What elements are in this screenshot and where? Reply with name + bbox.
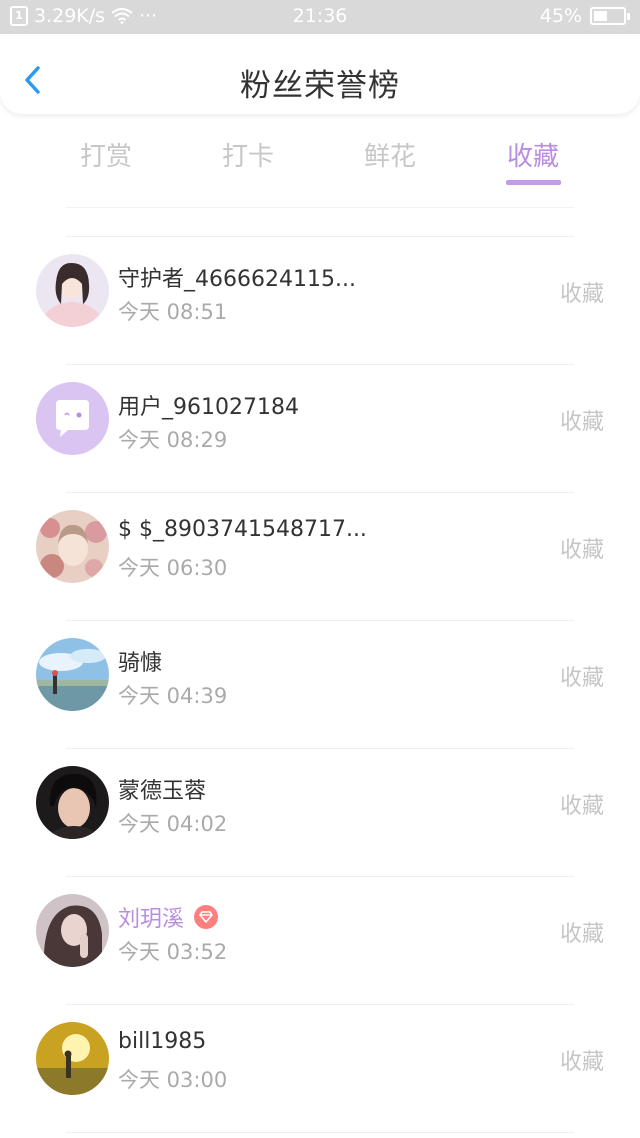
status-right: 45% (539, 5, 630, 27)
favorite-label: 收藏 (559, 922, 604, 947)
divider (66, 364, 574, 365)
fan-time: 今天 04:39 (118, 684, 228, 708)
tab-bar: 打赏 打卡 鲜花 收藏 (0, 130, 640, 190)
fan-time: 今天 03:00 (118, 1068, 228, 1092)
fan-name[interactable]: 守护者_4666624115... (118, 261, 356, 293)
page-title: 粉丝荣誉榜 (240, 68, 400, 104)
active-tab-indicator (506, 180, 561, 185)
fan-name[interactable]: 蒙德玉蓉 (118, 773, 206, 805)
tab-favorites[interactable]: 收藏 (473, 136, 593, 173)
avatar[interactable] (36, 894, 109, 967)
avatar[interactable] (36, 1022, 109, 1095)
vip-badge (194, 905, 219, 929)
name-wrap: 用户_961027184 (118, 389, 299, 421)
name-wrap: 守护者_4666624115... (118, 261, 356, 293)
battery-fill (594, 11, 607, 21)
list-item[interactable]: 刘玥溪 今天 03:52 收藏 (0, 876, 640, 1004)
avatar[interactable] (36, 510, 109, 583)
list-item[interactable]: $ $_8903741548717... 今天 06:30 收藏 (0, 492, 640, 620)
name-wrap: 刘玥溪 (118, 901, 219, 933)
divider (66, 207, 574, 208)
avatar[interactable] (36, 766, 109, 839)
divider (66, 1132, 574, 1133)
fan-time: 今天 06:30 (118, 556, 228, 580)
battery-percent: 45% (539, 5, 582, 27)
divider (66, 492, 574, 493)
favorite-label: 收藏 (559, 538, 604, 563)
divider (66, 620, 574, 621)
nav-header: 粉丝荣誉榜 (0, 34, 640, 114)
fan-name[interactable]: bill1985 (118, 1029, 206, 1054)
battery-icon (590, 7, 630, 25)
fan-time: 今天 08:29 (118, 428, 228, 452)
list-item[interactable]: 蒙德玉蓉 今天 04:02 收藏 (0, 748, 640, 876)
divider (66, 748, 574, 749)
avatar[interactable] (36, 254, 109, 327)
fan-time: 今天 04:02 (118, 812, 228, 836)
fan-name[interactable]: 骑慷 (118, 645, 162, 677)
avatar[interactable] (36, 382, 109, 455)
status-bar: 1 3.29K/s ··· 21:36 45% (0, 0, 640, 34)
name-wrap: 蒙德玉蓉 (118, 773, 206, 805)
favorite-label: 收藏 (559, 794, 604, 819)
name-wrap: $ $_8903741548717... (118, 517, 367, 542)
tab-flowers[interactable]: 鲜花 (330, 136, 450, 173)
fan-name[interactable]: 用户_961027184 (118, 389, 299, 421)
fan-time: 今天 03:52 (118, 940, 228, 964)
tab-reward[interactable]: 打赏 (46, 136, 166, 173)
divider (66, 1004, 574, 1005)
divider (66, 876, 574, 877)
favorite-label: 收藏 (559, 1050, 604, 1075)
favorite-label: 收藏 (559, 410, 604, 435)
name-wrap: bill1985 (118, 1029, 206, 1054)
name-wrap: 骑慷 (118, 645, 162, 677)
tab-checkin[interactable]: 打卡 (188, 136, 308, 173)
list-item[interactable]: 用户_961027184 今天 08:29 收藏 (0, 364, 640, 492)
favorite-label: 收藏 (559, 666, 604, 691)
diamond-icon (199, 911, 213, 923)
favorite-label: 收藏 (559, 282, 604, 307)
fan-name[interactable]: $ $_8903741548717... (118, 517, 367, 542)
fan-time: 今天 08:51 (118, 300, 228, 324)
list-item[interactable]: 守护者_4666624115... 今天 08:51 收藏 (0, 236, 640, 364)
list-item[interactable]: 骑慷 今天 04:39 收藏 (0, 620, 640, 748)
fan-name[interactable]: 刘玥溪 (118, 901, 184, 933)
list-item[interactable]: bill1985 今天 03:00 收藏 (0, 1004, 640, 1132)
avatar[interactable] (36, 638, 109, 711)
divider (66, 236, 574, 237)
